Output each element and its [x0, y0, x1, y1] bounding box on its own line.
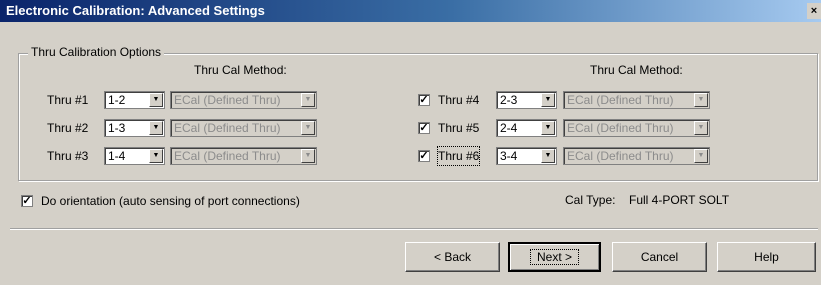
chevron-down-icon[interactable]: ▼ — [541, 93, 555, 107]
chevron-down-icon[interactable]: ▼ — [149, 149, 163, 163]
chevron-down-icon[interactable]: ▼ — [149, 121, 163, 135]
back-button-label: < Back — [433, 250, 472, 264]
thru-4-method-value: ECal (Defined Thru) — [567, 93, 674, 107]
back-button[interactable]: < Back — [405, 242, 500, 272]
thru-5-checkbox[interactable]: ✓ — [418, 122, 430, 134]
orientation-checkbox[interactable]: ✓ — [21, 195, 33, 207]
thru-3-ports-select[interactable]: 1-4 ▼ — [104, 147, 165, 165]
thru-3-label: Thru #3 — [47, 149, 89, 163]
group-legend: Thru Calibration Options — [28, 45, 165, 59]
thru-2-label: Thru #2 — [47, 121, 89, 135]
cancel-button[interactable]: Cancel — [612, 242, 707, 272]
divider — [10, 228, 818, 230]
chevron-down-icon[interactable]: ▼ — [541, 149, 555, 163]
thru-3-ports-value: 1-4 — [108, 149, 126, 163]
help-button[interactable]: Help — [717, 242, 816, 272]
window-title: Electronic Calibration: Advanced Setting… — [6, 3, 265, 18]
thru-4-label: Thru #4 — [438, 93, 480, 107]
thru-2-method-select: ECal (Defined Thru) ▼ — [170, 119, 317, 137]
thru-6-ports-select[interactable]: 3-4 ▼ — [496, 147, 557, 165]
chevron-down-icon: ▼ — [694, 149, 708, 163]
method-header-left: Thru Cal Method: — [194, 63, 287, 77]
thru-5-ports-value: 2-4 — [500, 121, 518, 135]
title-bar: Electronic Calibration: Advanced Setting… — [0, 0, 821, 22]
cal-type-label: Cal Type: — [565, 193, 616, 207]
advanced-settings-dialog: Electronic Calibration: Advanced Setting… — [0, 0, 821, 285]
cal-type-value: Full 4-PORT SOLT — [629, 193, 730, 207]
thru-2-ports-select[interactable]: 1-3 ▼ — [104, 119, 165, 137]
thru-6-label: Thru #6 — [436, 146, 481, 166]
thru-6-method-value: ECal (Defined Thru) — [567, 149, 674, 163]
thru-5-method-value: ECal (Defined Thru) — [567, 121, 674, 135]
thru-6-method-select: ECal (Defined Thru) ▼ — [563, 147, 710, 165]
cancel-button-label: Cancel — [640, 250, 679, 264]
thru-4-method-select: ECal (Defined Thru) ▼ — [563, 91, 710, 109]
thru-4-checkbox[interactable]: ✓ — [418, 94, 430, 106]
thru-3-method-value: ECal (Defined Thru) — [174, 149, 281, 163]
chevron-down-icon: ▼ — [301, 149, 315, 163]
thru-6-checkbox[interactable]: ✓ — [418, 150, 430, 162]
help-button-label: Help — [754, 250, 779, 264]
thru-4-ports-value: 2-3 — [500, 93, 518, 107]
thru-5-ports-select[interactable]: 2-4 ▼ — [496, 119, 557, 137]
thru-1-method-select: ECal (Defined Thru) ▼ — [170, 91, 317, 109]
close-icon[interactable]: × — [807, 3, 821, 19]
chevron-down-icon: ▼ — [694, 121, 708, 135]
thru-5-method-select: ECal (Defined Thru) ▼ — [563, 119, 710, 137]
thru-5-label: Thru #5 — [438, 121, 480, 135]
thru-3-method-select: ECal (Defined Thru) ▼ — [170, 147, 317, 165]
chevron-down-icon: ▼ — [694, 93, 708, 107]
chevron-down-icon: ▼ — [301, 93, 315, 107]
thru-2-method-value: ECal (Defined Thru) — [174, 121, 281, 135]
thru-4-ports-select[interactable]: 2-3 ▼ — [496, 91, 557, 109]
next-button-label: Next > — [529, 249, 580, 265]
orientation-label: Do orientation (auto sensing of port con… — [41, 194, 300, 208]
thru-2-ports-value: 1-3 — [108, 121, 126, 135]
chevron-down-icon: ▼ — [301, 121, 315, 135]
thru-6-ports-value: 3-4 — [500, 149, 518, 163]
chevron-down-icon[interactable]: ▼ — [149, 93, 163, 107]
thru-1-method-value: ECal (Defined Thru) — [174, 93, 281, 107]
thru-1-label: Thru #1 — [47, 93, 89, 107]
method-header-right: Thru Cal Method: — [590, 63, 683, 77]
thru-1-ports-value: 1-2 — [108, 93, 126, 107]
thru-1-ports-select[interactable]: 1-2 ▼ — [104, 91, 165, 109]
chevron-down-icon[interactable]: ▼ — [541, 121, 555, 135]
next-button[interactable]: Next > — [508, 242, 601, 272]
